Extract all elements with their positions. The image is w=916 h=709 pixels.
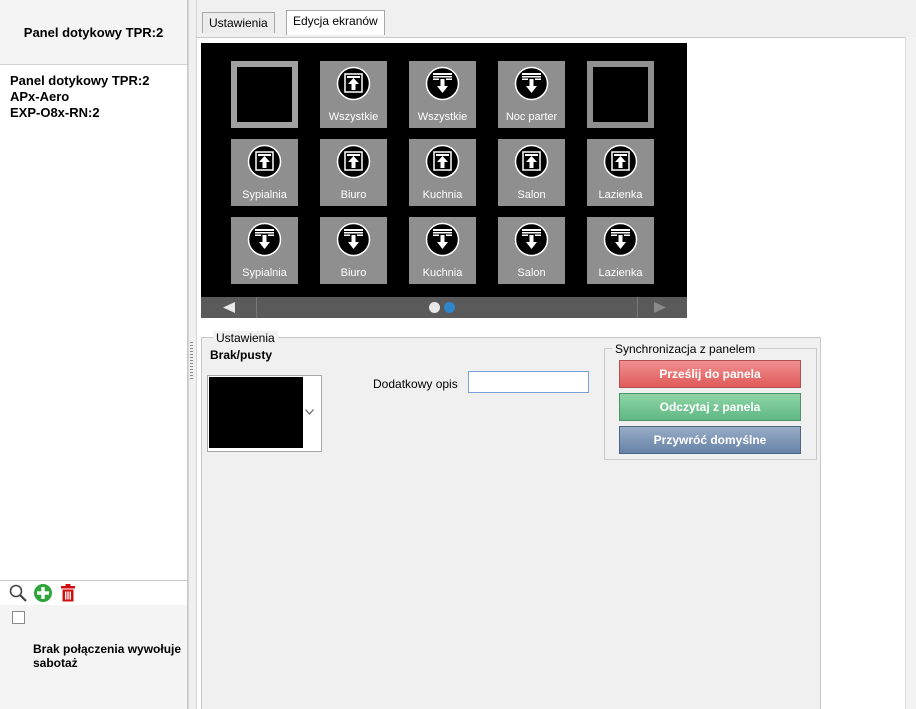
page-dot[interactable] <box>444 302 455 313</box>
left-toolbar <box>0 580 187 606</box>
sync-legend: Synchronizacja z panelem <box>612 342 759 356</box>
tile-label: Sypialnia <box>242 189 287 201</box>
page-dot[interactable] <box>429 302 440 313</box>
tree-item-exp[interactable]: EXP-O8x-RN:2 <box>10 105 149 121</box>
blind-up-icon <box>247 144 282 179</box>
tile-label: Noc parter <box>505 111 558 123</box>
tree-item-panel[interactable]: Panel dotykowy TPR:2 <box>10 73 149 89</box>
blind-up-icon <box>336 66 371 101</box>
empty-tile-slot <box>593 67 648 122</box>
tile-label: Wszystkie <box>328 111 379 123</box>
tile-label: Salon <box>517 267 546 279</box>
blind-up-icon <box>603 144 638 179</box>
tile-label: Biuro <box>340 267 367 279</box>
vertical-scrollbar[interactable] <box>905 37 916 709</box>
screen-tile[interactable]: Noc parter <box>498 61 565 128</box>
tile-label: Kuchnia <box>422 267 463 279</box>
screen-tile[interactable]: Salon <box>498 217 565 284</box>
screen-tile[interactable]: Wszystkie <box>409 61 476 128</box>
screen-tile[interactable]: Wszystkie <box>320 61 387 128</box>
send-to-panel-button[interactable]: Prześlij do panela <box>619 360 801 388</box>
extra-description-label: Dodatkowy opis <box>373 377 458 391</box>
blind-up-icon <box>425 144 460 179</box>
blind-down-icon <box>247 222 282 257</box>
tile-label: Salon <box>517 189 546 201</box>
blind-down-icon <box>425 222 460 257</box>
prev-page-icon[interactable] <box>223 302 235 313</box>
blind-up-icon <box>514 144 549 179</box>
blind-down-icon <box>514 222 549 257</box>
tamper-checkbox[interactable] <box>12 611 25 624</box>
selected-item-name: Brak/pusty <box>210 348 273 362</box>
chevron-down-icon[interactable] <box>305 409 314 415</box>
tab-bar: Ustawienia Edycja ekranów <box>197 0 916 38</box>
icon-preview <box>209 377 303 448</box>
tamper-label: Brak połączenia wywołuje sabotaż <box>33 642 182 670</box>
screen-tile[interactable]: Biuro <box>320 217 387 284</box>
screen-tile[interactable] <box>587 61 654 128</box>
screen-tile[interactable] <box>231 61 298 128</box>
extra-description-input[interactable] <box>468 371 589 393</box>
screen-tile[interactable]: Sypialnia <box>231 217 298 284</box>
empty-tile-slot <box>237 67 292 122</box>
screen-tile[interactable]: Lazienka <box>587 139 654 206</box>
tree-item-apx-aero[interactable]: APx-Aero <box>10 89 149 105</box>
blind-down-icon <box>514 66 549 101</box>
screen-tile[interactable]: Biuro <box>320 139 387 206</box>
tile-label: Kuchnia <box>422 189 463 201</box>
screen-tile[interactable]: Lazienka <box>587 217 654 284</box>
next-page-icon[interactable] <box>654 302 666 313</box>
blind-up-icon <box>336 144 371 179</box>
left-panel-title: Panel dotykowy TPR:2 <box>0 0 187 65</box>
read-from-panel-button[interactable]: Odczytaj z panela <box>619 393 801 421</box>
delete-icon[interactable] <box>58 583 78 603</box>
tab-settings[interactable]: Ustawienia <box>202 12 275 33</box>
tile-label: Sypialnia <box>242 267 287 279</box>
screen-tile[interactable]: Kuchnia <box>409 217 476 284</box>
screen-tile[interactable]: Salon <box>498 139 565 206</box>
tile-label: Wszystkie <box>417 111 468 123</box>
blind-down-icon <box>425 66 460 101</box>
screen-tile[interactable]: Sypialnia <box>231 139 298 206</box>
restore-defaults-button[interactable]: Przywróć domyślne <box>619 426 801 454</box>
tile-label: Biuro <box>340 189 367 201</box>
screen-tile[interactable]: Kuchnia <box>409 139 476 206</box>
add-icon[interactable] <box>33 583 53 603</box>
tile-label: Lazienka <box>598 189 643 201</box>
settings-legend: Ustawienia <box>213 331 278 345</box>
blind-down-icon <box>603 222 638 257</box>
splitter-grip-icon[interactable] <box>190 342 193 380</box>
tile-label: Lazienka <box>598 267 643 279</box>
tab-screen-editor[interactable]: Edycja ekranów <box>286 10 385 35</box>
search-icon[interactable] <box>8 583 28 603</box>
blind-down-icon <box>336 222 371 257</box>
device-tree: Panel dotykowy TPR:2 APx-Aero EXP-O8x-RN… <box>10 73 149 121</box>
